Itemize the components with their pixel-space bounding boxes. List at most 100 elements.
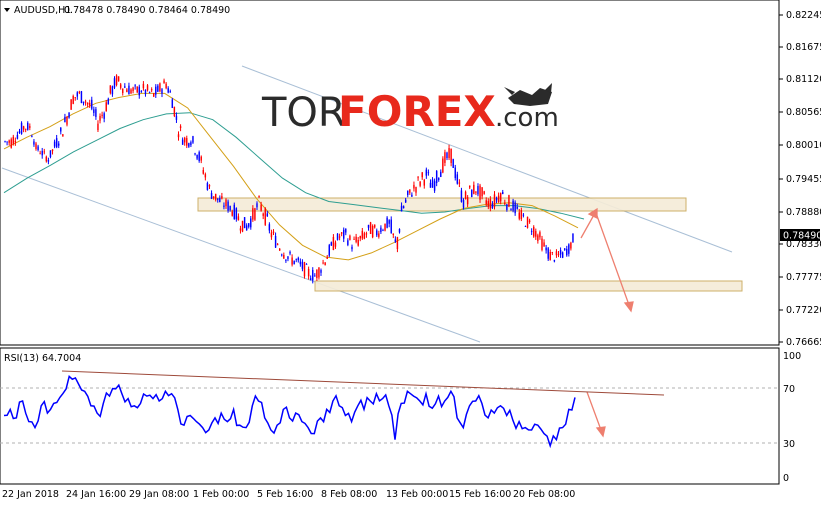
candle-body	[22, 126, 25, 130]
candle-body	[371, 225, 374, 238]
candle-body	[285, 259, 287, 261]
time-tick: 22 Jan 2018	[2, 489, 59, 500]
candle-body	[497, 195, 500, 203]
candle-body	[572, 233, 574, 242]
candle-body	[570, 242, 572, 249]
symbol-label[interactable]: AUDUSD,H1	[14, 5, 71, 16]
candle-body	[547, 248, 549, 259]
candle-body	[287, 256, 289, 260]
candle-body	[167, 88, 169, 93]
candle-body	[386, 217, 388, 228]
candle-body	[103, 113, 105, 119]
candle-body	[6, 141, 8, 143]
candle-body	[303, 262, 306, 277]
candle-body	[144, 89, 147, 95]
candle-body	[477, 186, 479, 195]
candle-body	[55, 138, 58, 148]
candle-body	[169, 91, 171, 93]
candle-body	[186, 138, 188, 146]
candle-body	[351, 246, 353, 250]
candle-body	[109, 85, 112, 94]
candle-body	[367, 224, 370, 228]
candle-body	[326, 257, 328, 259]
candle-body	[140, 91, 143, 93]
candle-body	[365, 233, 368, 235]
candle-body	[487, 201, 490, 207]
candle-body	[530, 231, 533, 232]
candle-body	[254, 208, 256, 220]
candle-body	[274, 235, 277, 248]
candle-body	[421, 172, 423, 178]
candle-body	[549, 251, 551, 261]
candle-body	[495, 197, 498, 201]
candle-body	[74, 97, 76, 99]
candle-body	[504, 202, 506, 205]
candle-body	[332, 236, 335, 250]
candle-body	[283, 254, 285, 259]
candle-body	[231, 211, 233, 216]
candle-body	[41, 150, 43, 156]
candle-body	[314, 275, 316, 277]
candle-body	[394, 239, 397, 242]
candle-body	[330, 242, 333, 246]
candle-body	[119, 84, 122, 88]
candle-body	[233, 204, 235, 219]
price-tick: 0.82245	[786, 10, 821, 21]
tick-marks	[779, 14, 783, 343]
candle-body	[8, 140, 10, 143]
rsi-axis[interactable]: 100 70 30 0	[783, 351, 801, 484]
chart-window[interactable]: TOR FOREX .com AUDUSD,H1 0.78478 0.78490…	[0, 0, 821, 504]
support-zone[interactable]	[314, 280, 743, 292]
chart-svg[interactable]: TOR FOREX .com AUDUSD,H1 0.78478 0.78490…	[0, 0, 821, 504]
candle-body	[196, 154, 198, 159]
price-tick: 0.80565	[786, 107, 821, 118]
candle-body	[82, 101, 85, 104]
candle-body	[88, 102, 91, 106]
candle-body	[126, 89, 128, 93]
candle-body	[347, 240, 349, 245]
candle-body	[388, 220, 390, 224]
candle-body	[483, 191, 485, 194]
candle-body	[541, 238, 543, 250]
candle-body	[295, 259, 297, 260]
candle-body	[551, 252, 554, 253]
time-axis[interactable]: 22 Jan 2018 24 Jan 16:00 29 Jan 08:00 1 …	[2, 489, 575, 500]
candle-body	[107, 98, 110, 105]
candle-body	[43, 151, 45, 153]
main-chart-frame[interactable]	[0, 0, 780, 346]
candle-body	[502, 192, 504, 194]
candle-body	[70, 99, 72, 110]
candle-body	[190, 142, 192, 146]
candle-body	[245, 225, 248, 231]
candle-body	[479, 185, 481, 200]
price-axis[interactable]: 0.82245 0.81675 0.81120 0.80565 0.80010 …	[786, 10, 821, 348]
candle-body	[435, 170, 438, 183]
rsi-panel-frame[interactable]	[0, 347, 780, 485]
candle-body	[338, 236, 341, 238]
candle-body	[543, 242, 545, 247]
candle-body	[153, 93, 155, 97]
candle-body	[136, 86, 138, 93]
resistance-zone[interactable]	[197, 197, 687, 212]
candle-body	[183, 137, 186, 143]
candle-body	[493, 194, 496, 207]
candle-body	[293, 260, 295, 265]
candle-body	[384, 223, 386, 231]
candle-body	[51, 149, 54, 152]
candle-body	[101, 114, 103, 116]
candle-body	[481, 187, 483, 197]
candle-body	[99, 116, 101, 121]
candle-body	[378, 233, 380, 237]
candle-body	[373, 224, 376, 228]
candle-body	[508, 195, 510, 207]
candle-body	[237, 216, 240, 221]
price-tick: 0.78880	[786, 207, 821, 218]
candle-body	[175, 115, 178, 120]
candle-body	[466, 197, 469, 205]
candle-body	[281, 254, 283, 256]
candle-body	[512, 200, 514, 211]
candle-body	[173, 106, 176, 117]
candle-body	[359, 236, 361, 239]
candle-body	[353, 238, 355, 240]
candle-body	[312, 269, 314, 281]
